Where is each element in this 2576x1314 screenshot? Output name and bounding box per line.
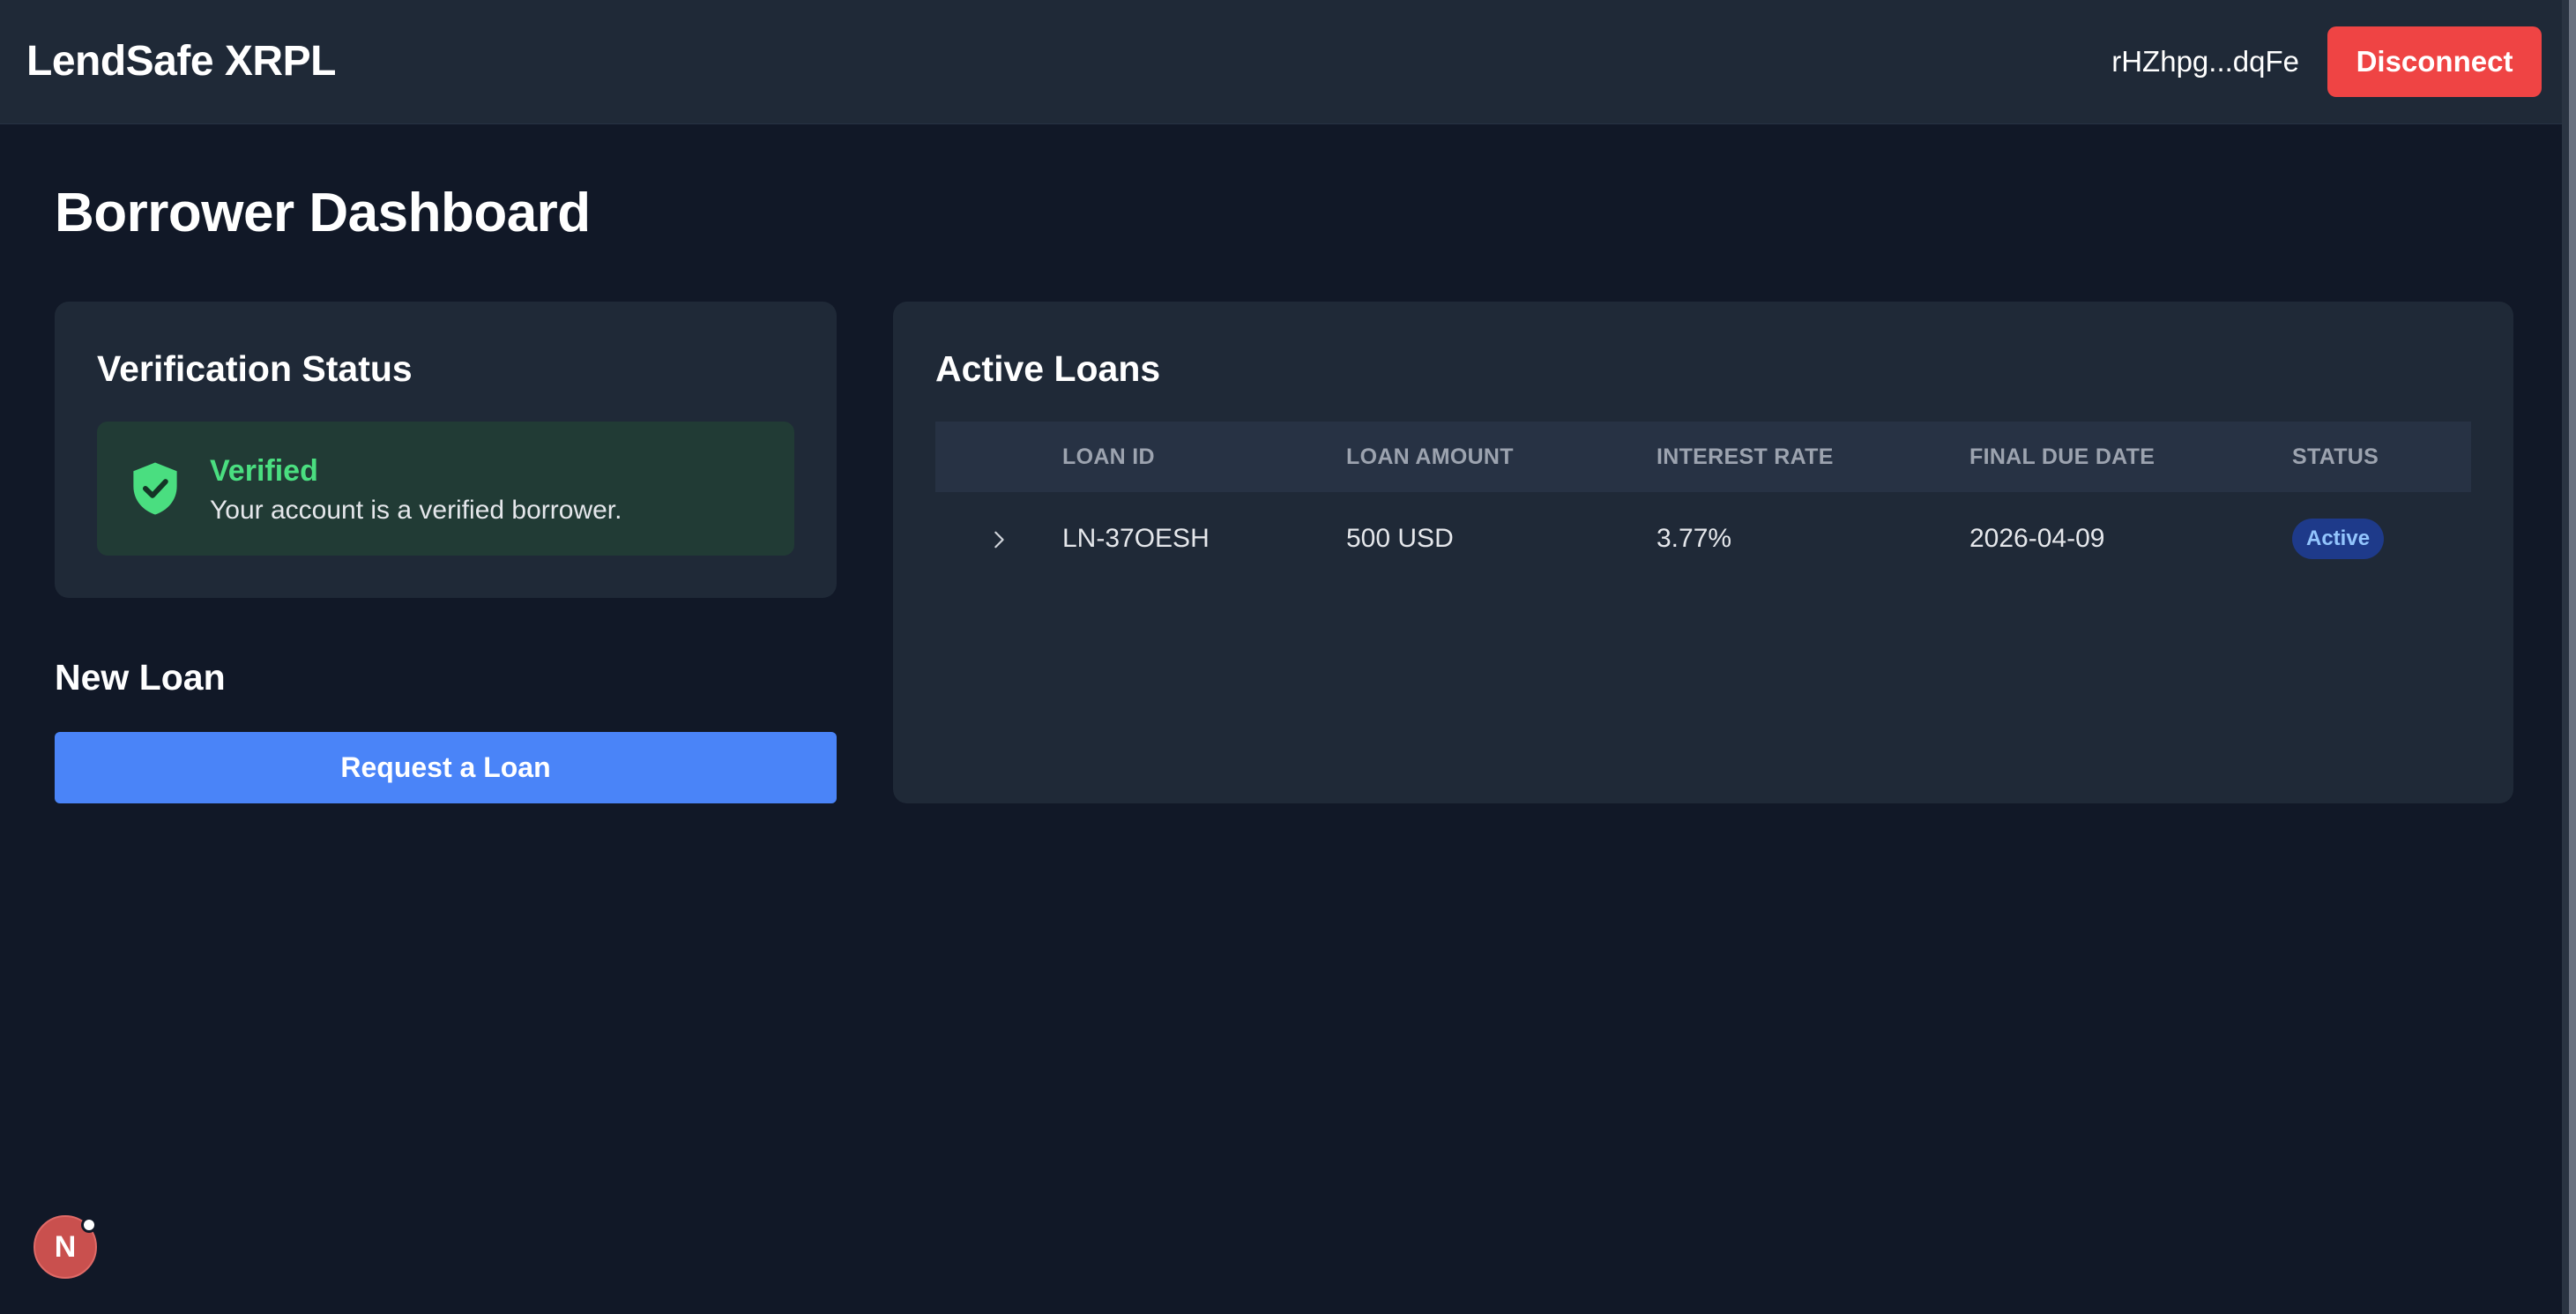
verified-status-box: Verified Your account is a verified borr… <box>97 422 794 556</box>
verification-status-card: Verification Status Verified Your accoun… <box>55 302 837 598</box>
column-header-expand <box>935 422 1062 492</box>
column-header-status: STATUS <box>2292 444 2379 469</box>
interest-rate-cell: 3.77% <box>1657 524 1732 553</box>
column-header-interest-rate: INTEREST RATE <box>1657 444 1834 469</box>
column-header-loan-amount: LOAN AMOUNT <box>1346 444 1514 469</box>
active-loans-title: Active Loans <box>935 348 1161 389</box>
request-loan-button[interactable]: Request a Loan <box>55 732 837 803</box>
new-loan-title: New Loan <box>55 657 226 698</box>
brand-title: LendSafe XRPL <box>26 38 336 85</box>
status-cell: Active <box>2292 492 2471 586</box>
page-title: Borrower Dashboard <box>55 183 591 243</box>
active-loans-card: Active Loans LOAN ID LOAN AMOUNT INTERES… <box>893 302 2513 803</box>
chevron-right-icon[interactable] <box>989 530 1009 549</box>
top-navbar: LendSafe XRPL rHZhpg...dqFe Disconnect <box>0 0 2576 124</box>
column-header-final-due-date: FINAL DUE DATE <box>1969 444 2155 469</box>
verified-status-label: Verified <box>210 454 318 488</box>
final-due-date-cell: 2026-04-09 <box>1969 524 2105 553</box>
column-header-loan-id: LOAN ID <box>1062 444 1155 469</box>
loan-id-cell: LN-37OESH <box>1062 524 1210 553</box>
table-header-row: LOAN ID LOAN AMOUNT INTEREST RATE FINAL … <box>935 422 2471 492</box>
active-loans-table: LOAN ID LOAN AMOUNT INTEREST RATE FINAL … <box>935 422 2471 586</box>
shield-check-icon <box>133 462 177 515</box>
status-badge: Active <box>2292 519 2385 559</box>
notification-dot <box>81 1217 97 1233</box>
verified-status-description: Your account is a verified borrower. <box>210 496 622 525</box>
table-row[interactable]: LN-37OESH 500 USD 3.77% 2026-04-09 Activ… <box>935 492 2471 586</box>
window-edge-shadow <box>2562 0 2569 1314</box>
app-root: LendSafe XRPL rHZhpg...dqFe Disconnect B… <box>0 0 2576 1314</box>
disconnect-button[interactable]: Disconnect <box>2327 26 2542 97</box>
row-expand-cell[interactable] <box>935 492 1062 586</box>
verification-status-title: Verification Status <box>97 348 413 389</box>
wallet-address: rHZhpg...dqFe <box>2111 45 2299 78</box>
loan-amount-cell: 500 USD <box>1346 524 1454 553</box>
